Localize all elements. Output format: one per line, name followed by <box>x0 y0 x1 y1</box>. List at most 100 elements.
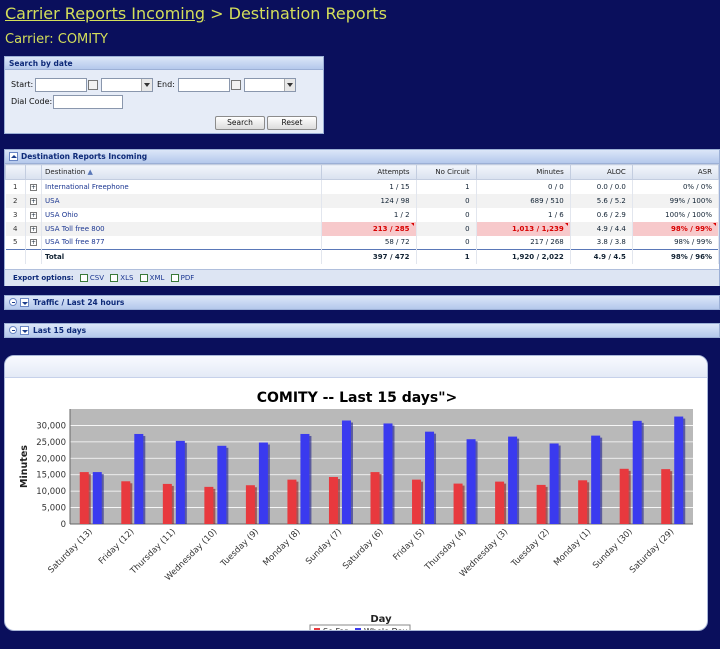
bar-so-far <box>661 469 671 524</box>
expand-row-icon[interactable]: + <box>25 221 43 236</box>
end-label: End: <box>157 80 175 89</box>
cell-attempts: 124 / 98 <box>321 193 417 208</box>
chart-card-cap <box>5 356 707 378</box>
start-date-input[interactable] <box>35 78 87 92</box>
cell-no-circuit: 0 <box>416 221 477 236</box>
table-row[interactable]: 2 + USA 124 / 98 0 689 / 510 5.6 / 5.2 9… <box>5 193 720 208</box>
cell-destination[interactable]: USA Ohio <box>41 207 323 222</box>
bar-whole-day <box>591 435 601 524</box>
minimize-icon[interactable] <box>9 326 17 334</box>
bar-whole-day <box>508 436 518 524</box>
cell-minutes: 217 / 268 <box>476 235 571 250</box>
table-row[interactable]: 4 + USA Toll free 800 213 / 285 0 1,013 … <box>5 221 720 236</box>
bar-so-far <box>204 486 214 524</box>
chevron-down-icon[interactable] <box>20 297 29 307</box>
bar-whole-day <box>466 439 476 524</box>
chart-title: COMITY -- Last 15 days"> <box>257 390 458 406</box>
destination-grid: Destination Reports Incoming Destination… <box>4 149 720 286</box>
cell-destination[interactable]: USA Toll free 800 <box>41 221 323 236</box>
cell-destination[interactable]: USA <box>41 193 323 208</box>
expand-row-icon[interactable]: + <box>25 193 43 208</box>
col-minutes[interactable]: Minutes <box>475 164 571 180</box>
col-asr[interactable]: ASR <box>631 164 720 180</box>
total-aloc: 4.9 / 4.5 <box>570 249 633 264</box>
x-tick-label: Saturday (6) <box>341 527 386 572</box>
row-index: 4 <box>5 221 27 236</box>
bar-whole-day <box>632 420 642 524</box>
bar-whole-day <box>217 445 227 524</box>
y-tick-label: 20,000 <box>36 454 66 464</box>
col-aloc[interactable]: ALOC <box>569 164 633 180</box>
bar-whole-day <box>549 443 559 524</box>
col-index <box>4 164 27 180</box>
search-panel: Search by date Start: End: Dial Code: Se… <box>4 56 324 134</box>
end-time-select[interactable] <box>244 78 296 92</box>
cell-attempts: 1 / 15 <box>321 179 417 194</box>
table-row[interactable]: 5 + USA Toll free 877 58 / 72 0 217 / 26… <box>5 235 720 250</box>
chevron-down-icon[interactable] <box>20 325 29 335</box>
total-minutes: 1,920 / 2,022 <box>476 249 571 264</box>
bar-so-far <box>79 472 89 524</box>
x-tick-label: Tuesday (2) <box>509 527 552 570</box>
reset-button[interactable]: Reset <box>267 116 317 130</box>
bar-so-far <box>328 477 338 524</box>
breadcrumb-link[interactable]: Carrier Reports Incoming <box>5 4 205 23</box>
col-attempts[interactable]: Attempts <box>321 164 417 180</box>
export-csv-link[interactable]: CSV <box>90 274 104 282</box>
cell-asr: 99% / 100% <box>632 193 720 208</box>
expand-row-icon[interactable]: + <box>25 179 43 194</box>
chevron-down-icon <box>144 83 150 87</box>
cell-aloc: 0.0 / 0.0 <box>570 179 633 194</box>
expand-row-icon[interactable]: + <box>25 235 43 250</box>
start-time-select[interactable] <box>101 78 153 92</box>
export-xls-link[interactable]: XLS <box>120 274 133 282</box>
row-index: 2 <box>5 193 27 208</box>
start-calendar-icon[interactable] <box>88 80 98 90</box>
col-destination[interactable]: Destination ▲ <box>41 164 323 180</box>
bar-so-far <box>619 468 629 524</box>
bar-whole-day <box>258 442 268 524</box>
cell-destination[interactable]: USA Toll free 877 <box>41 235 323 250</box>
cell-minutes: 0 / 0 <box>476 179 571 194</box>
end-calendar-icon[interactable] <box>231 80 241 90</box>
last15-panel-header[interactable]: Last 15 days <box>4 323 720 338</box>
xls-icon <box>110 274 119 282</box>
collapse-icon[interactable] <box>9 151 18 161</box>
traffic-panel-header[interactable]: Traffic / Last 24 hours <box>4 295 720 310</box>
search-button[interactable]: Search <box>215 116 265 130</box>
traffic-panel-title: Traffic / Last 24 hours <box>33 298 125 307</box>
legend-label: So Far <box>323 627 348 631</box>
y-axis-label: Minutes <box>19 445 30 488</box>
end-date-input[interactable] <box>178 78 230 92</box>
minimize-icon[interactable] <box>9 298 17 306</box>
bar-so-far <box>287 479 297 524</box>
cell-no-circuit: 1 <box>416 179 477 194</box>
dial-code-input[interactable] <box>53 95 123 109</box>
col-no-circuit[interactable]: No Circuit <box>415 164 477 180</box>
cell-destination[interactable]: International Freephone <box>41 179 323 194</box>
csv-icon <box>79 274 88 282</box>
bar-so-far <box>495 481 505 524</box>
bar-whole-day <box>674 416 684 524</box>
bar-so-far <box>412 479 422 524</box>
row-index: 1 <box>5 179 27 194</box>
table-row[interactable]: 3 + USA Ohio 1 / 2 0 1 / 6 0.6 / 2.9 100… <box>5 207 720 222</box>
table-row[interactable]: 1 + International Freephone 1 / 15 1 0 /… <box>5 179 720 194</box>
cell-attempts: 58 / 72 <box>321 235 417 250</box>
x-tick-label: Monday (1) <box>552 527 593 568</box>
export-xml-link[interactable]: XML <box>150 274 165 282</box>
x-tick-label: Friday (12) <box>97 527 137 567</box>
cell-attempts: 1 / 2 <box>321 207 417 222</box>
y-tick-label: 25,000 <box>36 438 66 448</box>
bar-so-far <box>121 481 131 524</box>
expand-row-icon[interactable]: + <box>25 207 43 222</box>
bar-so-far <box>162 483 172 524</box>
col-expand <box>25 164 43 180</box>
start-label: Start: <box>11 80 34 89</box>
export-pdf-link[interactable]: PDF <box>181 274 195 282</box>
chevron-down-icon <box>287 83 293 87</box>
x-tick-label: Sunday (7) <box>304 527 344 567</box>
last15-panel-title: Last 15 days <box>33 326 87 335</box>
bar-so-far <box>578 480 588 524</box>
cell-no-circuit: 0 <box>416 235 477 250</box>
